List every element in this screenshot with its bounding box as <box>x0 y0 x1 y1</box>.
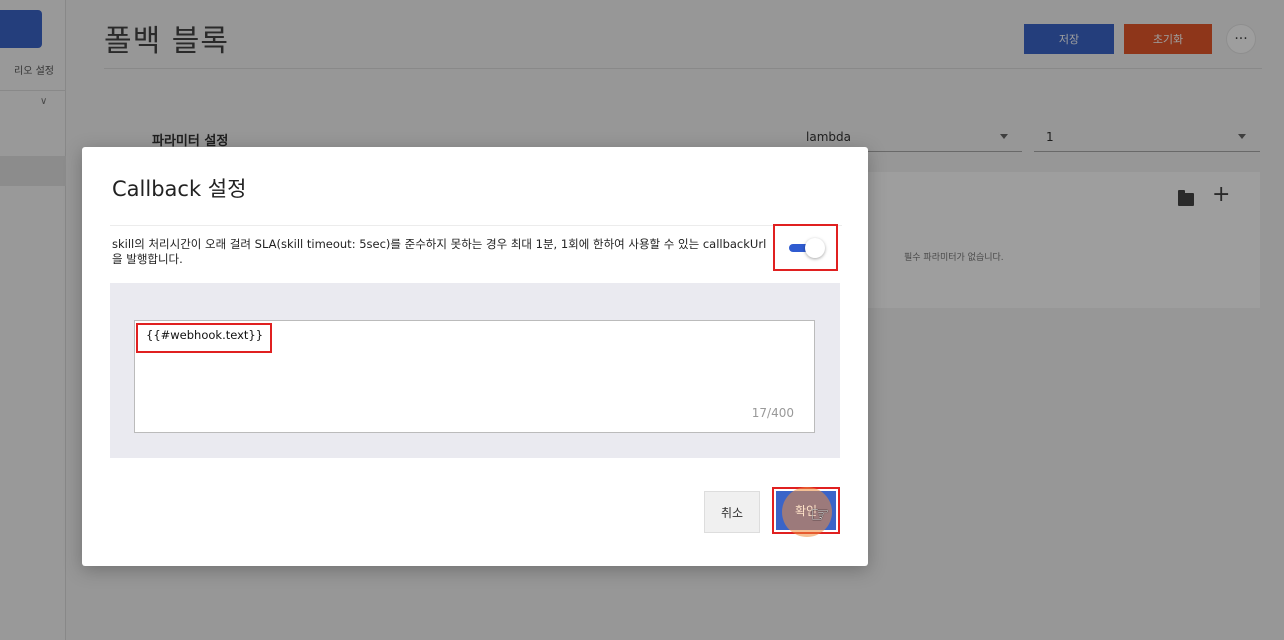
callback-input-area: {{#webhook.text}} 17/400 <box>110 283 840 458</box>
textarea-value: {{#webhook.text}} <box>146 328 264 342</box>
callback-description: skill의 처리시간이 오래 걸려 SLA(skill timeout: 5s… <box>112 237 767 266</box>
character-counter: 17/400 <box>751 406 794 420</box>
highlight-box <box>773 224 838 271</box>
cancel-button[interactable]: 취소 <box>704 491 760 533</box>
confirm-button[interactable]: 확인 ☞ <box>776 487 836 537</box>
hand-pointer-icon: ☞ <box>810 503 830 528</box>
dialog-title: Callback 설정 <box>112 177 247 201</box>
toggle-knob <box>805 238 825 258</box>
callback-settings-dialog: Callback 설정 skill의 처리시간이 오래 걸려 SLA(skill… <box>82 147 868 566</box>
callback-toggle[interactable] <box>787 237 825 259</box>
callback-textarea[interactable]: {{#webhook.text}} 17/400 <box>134 320 815 433</box>
highlight-box: 확인 ☞ <box>772 487 840 537</box>
divider <box>110 225 842 226</box>
